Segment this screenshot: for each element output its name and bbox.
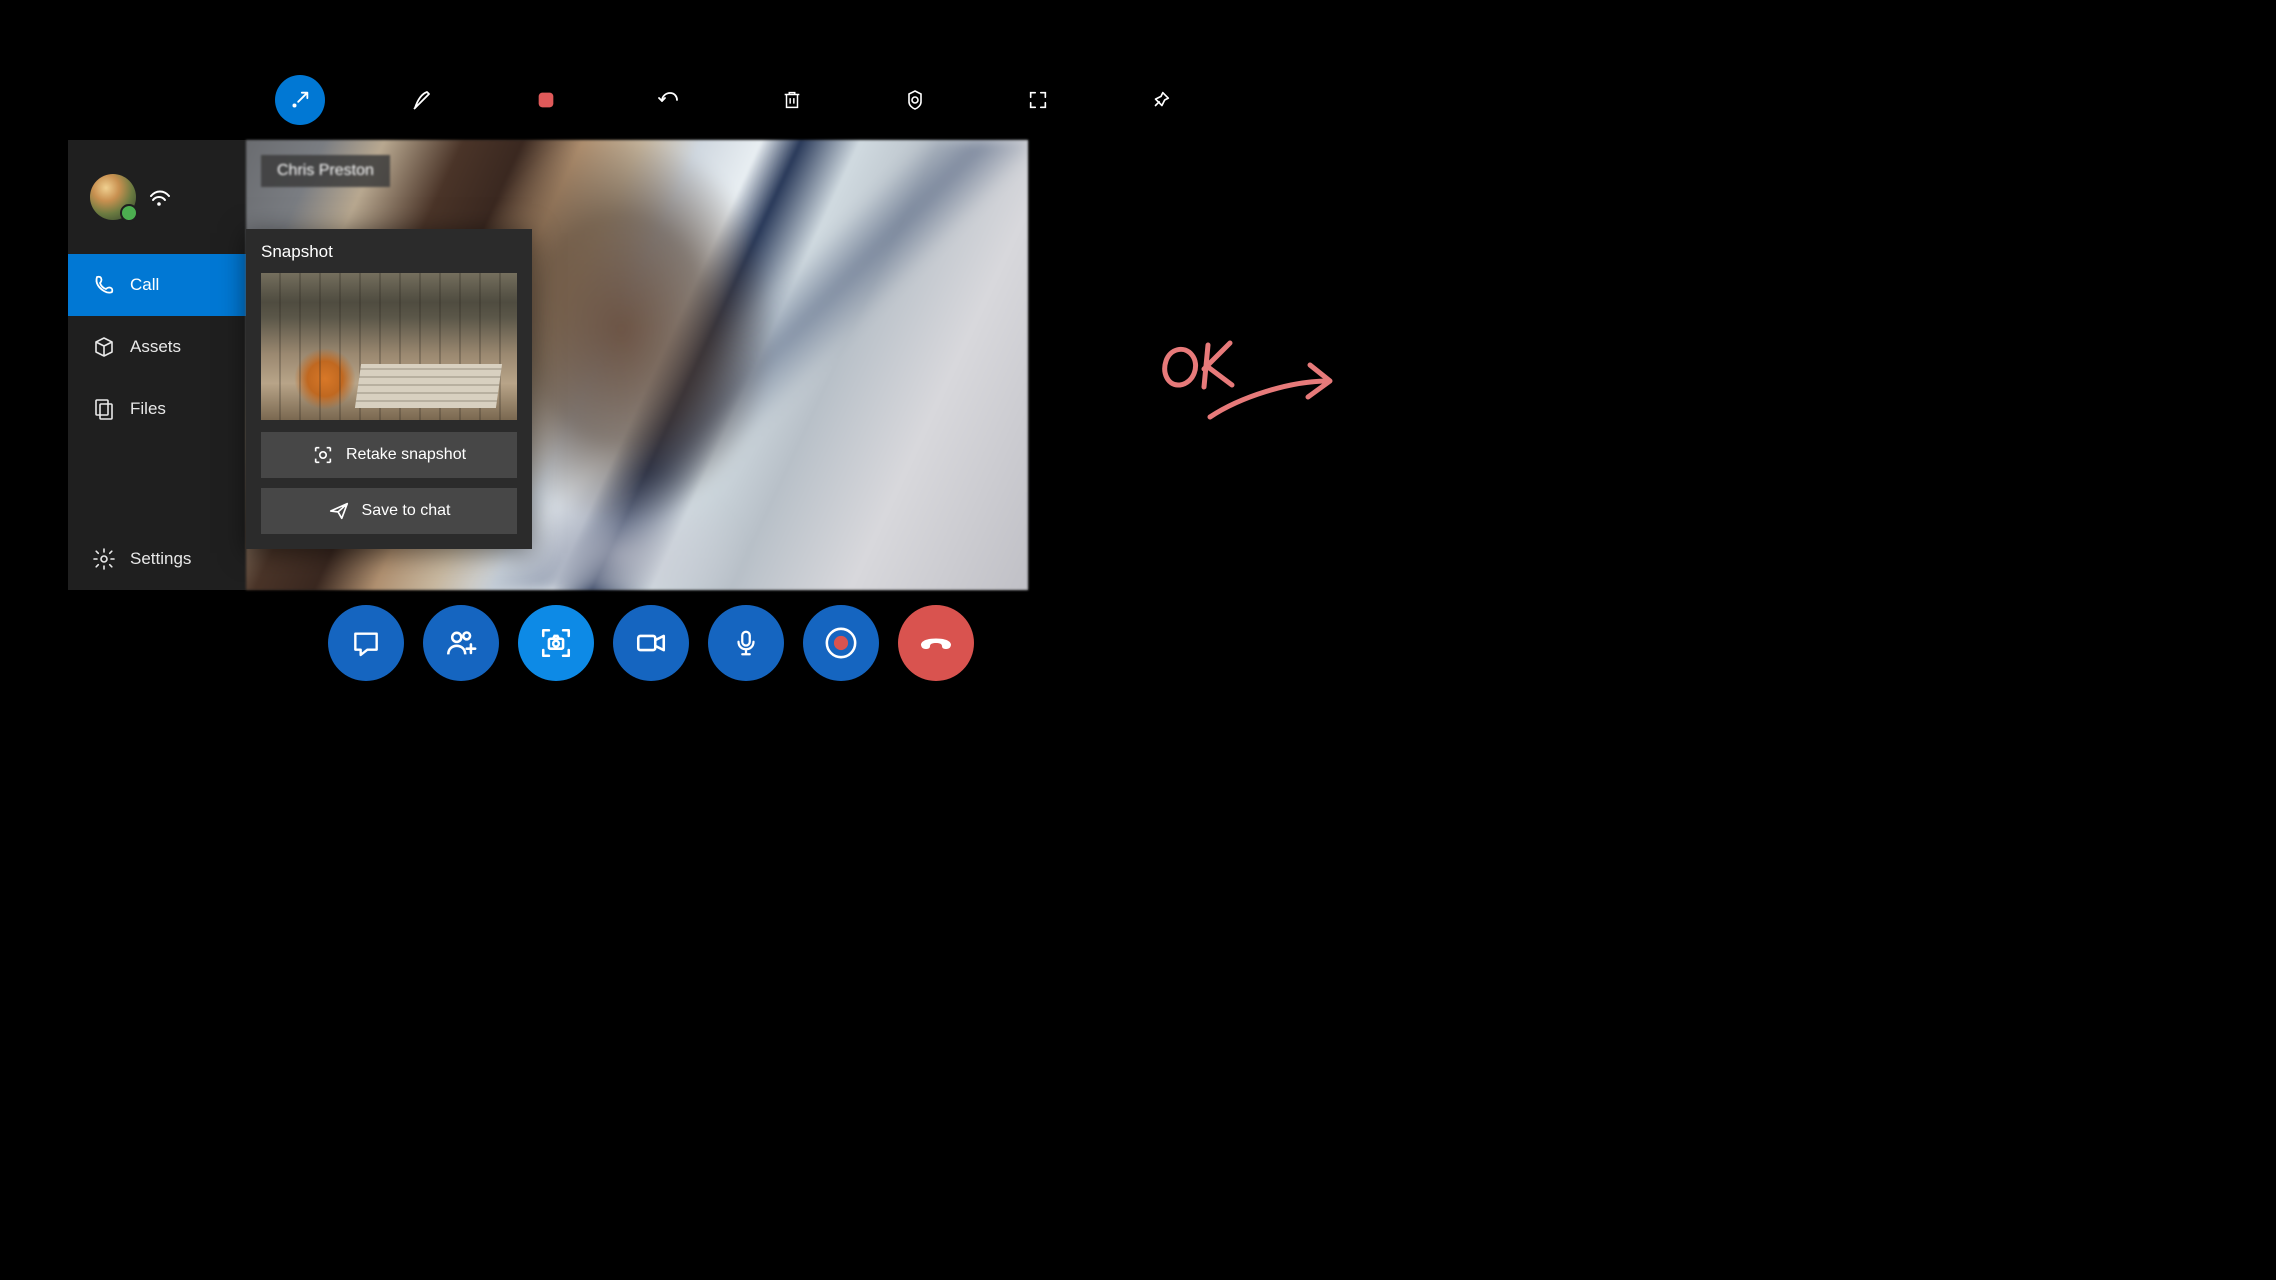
- send-icon: [328, 500, 350, 522]
- call-controls: [328, 605, 974, 681]
- user-avatar[interactable]: [90, 174, 136, 220]
- nav-settings[interactable]: Settings: [68, 528, 246, 590]
- gear-icon: [92, 547, 116, 571]
- microphone-icon: [731, 628, 761, 658]
- record-icon: [824, 626, 858, 660]
- app-window: Call Assets Files: [68, 140, 1028, 590]
- nav-call[interactable]: Call: [68, 254, 246, 316]
- people-add-icon: [444, 626, 478, 660]
- undo-icon: [657, 88, 681, 112]
- snapshot-preview: [261, 273, 517, 420]
- collapse-icon: [289, 89, 311, 111]
- wifi-icon: [150, 187, 174, 207]
- sidebar: Call Assets Files: [68, 140, 246, 590]
- nav-item-label: Assets: [130, 337, 181, 357]
- video-button[interactable]: [613, 605, 689, 681]
- trash-icon: [781, 89, 803, 111]
- delete-button[interactable]: [767, 75, 817, 125]
- add-participant-button[interactable]: [423, 605, 499, 681]
- box-icon: [92, 335, 116, 359]
- snapshot-panel: Snapshot Retake snapshot Save to chat: [246, 229, 532, 549]
- record-button[interactable]: [803, 605, 879, 681]
- camera-capture-icon: [539, 626, 573, 660]
- camera-capture-icon: [312, 444, 334, 466]
- expand-icon: [1027, 89, 1049, 111]
- caller-name-label: Chris Preston: [261, 155, 390, 187]
- button-label: Retake snapshot: [346, 446, 466, 464]
- video-icon: [634, 626, 668, 660]
- sidebar-header: [68, 140, 246, 254]
- chat-icon: [350, 627, 382, 659]
- phone-icon: [92, 273, 116, 297]
- chat-button[interactable]: [328, 605, 404, 681]
- undo-button[interactable]: [644, 75, 694, 125]
- target-icon: [903, 88, 927, 112]
- collapse-button[interactable]: [275, 75, 325, 125]
- navigation: Call Assets Files: [68, 254, 246, 590]
- nav-assets[interactable]: Assets: [68, 316, 246, 378]
- hangup-button[interactable]: [898, 605, 974, 681]
- pin-button[interactable]: [1136, 75, 1186, 125]
- fullscreen-button[interactable]: [1013, 75, 1063, 125]
- snapshot-button[interactable]: [518, 605, 594, 681]
- ink-annotation: [1150, 335, 1350, 435]
- nav-files[interactable]: Files: [68, 378, 246, 440]
- stop-icon: [535, 89, 557, 111]
- pen-icon: [411, 88, 435, 112]
- files-icon: [92, 397, 116, 421]
- retake-snapshot-button[interactable]: Retake snapshot: [261, 432, 517, 478]
- nav-item-label: Settings: [130, 549, 191, 569]
- mic-button[interactable]: [708, 605, 784, 681]
- pin-icon: [1150, 89, 1172, 111]
- hangup-icon: [918, 625, 954, 661]
- target-button[interactable]: [890, 75, 940, 125]
- top-toolbar: [275, 75, 1186, 125]
- button-label: Save to chat: [362, 502, 451, 520]
- nav-item-label: Call: [130, 275, 159, 295]
- nav-item-label: Files: [130, 399, 166, 419]
- pen-button[interactable]: [398, 75, 448, 125]
- snapshot-title: Snapshot: [261, 242, 517, 262]
- stop-button[interactable]: [521, 75, 571, 125]
- save-to-chat-button[interactable]: Save to chat: [261, 488, 517, 534]
